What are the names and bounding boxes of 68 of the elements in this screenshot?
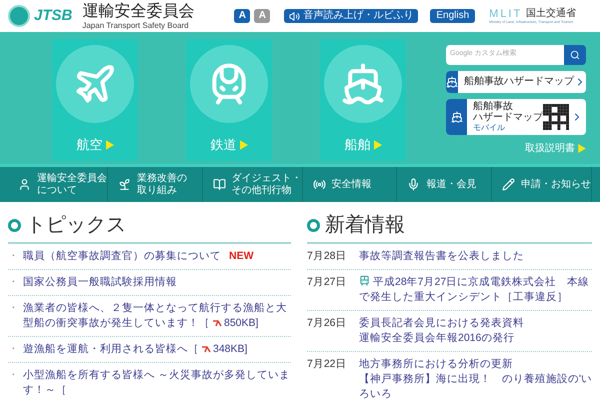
nav-item[interactable]: ダイジェスト・ その他刊行物 (202, 167, 303, 202)
mode-label: 船舶 (344, 136, 370, 154)
news-date: 7月22日 (307, 357, 348, 372)
topic-link[interactable]: 小型漁船を所有する皆様へ ～火災事故が多発しています！～［ (23, 368, 291, 398)
hazard-map-link[interactable]: 船舶事故ハザードマップ (446, 70, 586, 92)
bullet: ・ (8, 249, 19, 264)
speech-button[interactable]: 音声読み上げ・ルビふり (284, 9, 418, 23)
microphone-icon (407, 178, 420, 191)
nav-item[interactable]: 運輸安全委員会 について (8, 167, 108, 202)
train-icon (359, 275, 370, 286)
site-subtitle: Japan Transport Safety Board (82, 20, 190, 30)
nav-item[interactable]: 業務改善の 取り組み (108, 167, 203, 202)
ring-icon (307, 218, 320, 232)
book-icon (212, 178, 226, 191)
logo-mark: JTSB (34, 6, 72, 26)
mode-label: 航空 (76, 136, 102, 154)
font-size-button[interactable]: A (234, 9, 250, 23)
ministry-name: 国土交通省 (526, 8, 576, 20)
ship-icon (450, 110, 462, 122)
ring-icon (8, 218, 21, 232)
mode-label: 鉄道 (210, 136, 236, 154)
signal-icon (312, 178, 326, 191)
nav-item[interactable]: 報道・会見 (397, 167, 492, 202)
search-button[interactable] (564, 44, 586, 64)
pencil-icon (502, 178, 516, 191)
triangle-arrow-icon (578, 144, 586, 152)
news-date: 7月27日 (307, 275, 348, 290)
bullet: ・ (8, 275, 19, 290)
ship-icon (446, 76, 458, 88)
topic-link[interactable]: 漁業者の皆様へ、２隻一体となって航行する漁船と大型船の衝突事故が発生しています！［ 850KB] (23, 301, 291, 331)
file-icon (212, 318, 222, 328)
news-link[interactable]: 地方事務所における分析の更新 (359, 357, 592, 372)
link-label: 船舶事故 (473, 101, 514, 112)
topic-link[interactable]: 職員（航空事故調査官）の募集について NEW (23, 249, 254, 264)
link-label: ハザードマップ (473, 112, 543, 123)
link-sublabel: モバイル (473, 123, 506, 132)
nav-item[interactable]: 申請・お知らせ (492, 167, 592, 202)
english-button[interactable]: English (430, 9, 476, 23)
news-link[interactable]: 【神戸事務所】海に出現！ のり養殖施設の'いろいろ (359, 372, 592, 400)
sprout-icon (118, 178, 131, 191)
nav-item[interactable]: 安全情報 (302, 167, 398, 202)
news-link[interactable]: 委員長記者会見における発表資料 (359, 316, 524, 331)
news-link[interactable]: 事故等調査報告書を公表しました (359, 249, 524, 264)
topic-link[interactable]: 遊漁船を運航・利用される皆様へ［ 348KB] (23, 342, 248, 357)
bullet: ・ (8, 342, 19, 357)
section-heading: トピックス (26, 213, 126, 238)
news-date: 7月28日 (307, 249, 348, 264)
link-label: 船舶事故ハザードマップ (464, 76, 574, 87)
person-icon (18, 178, 31, 191)
news-link[interactable]: 平成28年7月27日に京成電鉄株式会社 本線で発生した重大インシデント［工事違反］ (359, 275, 592, 305)
file-icon (201, 344, 211, 354)
search-icon (570, 50, 580, 60)
news-date: 7月26日 (307, 316, 348, 331)
globe-logo-icon (8, 5, 30, 27)
speaker-icon (289, 10, 300, 22)
triangle-arrow-icon (106, 140, 114, 150)
bullet: ・ (8, 301, 19, 316)
triangle-arrow-icon (374, 140, 382, 150)
site-title: 運輸安全委員会 (82, 2, 194, 20)
ministry-logo: MLIT (489, 8, 522, 20)
triangle-arrow-icon (240, 140, 248, 150)
ship-icon (341, 62, 385, 106)
bullet: ・ (8, 368, 19, 383)
section-heading: 新着情報 (325, 213, 405, 238)
news-link[interactable]: 運輸安全委員会年報2016の発行 (359, 331, 524, 346)
qr-code-icon (543, 104, 569, 130)
topic-link[interactable]: 国家公務員一般職試験採用情報 (23, 275, 177, 290)
hazard-map-link[interactable]: 船舶事故 ハザードマップ モバイル (446, 98, 586, 134)
